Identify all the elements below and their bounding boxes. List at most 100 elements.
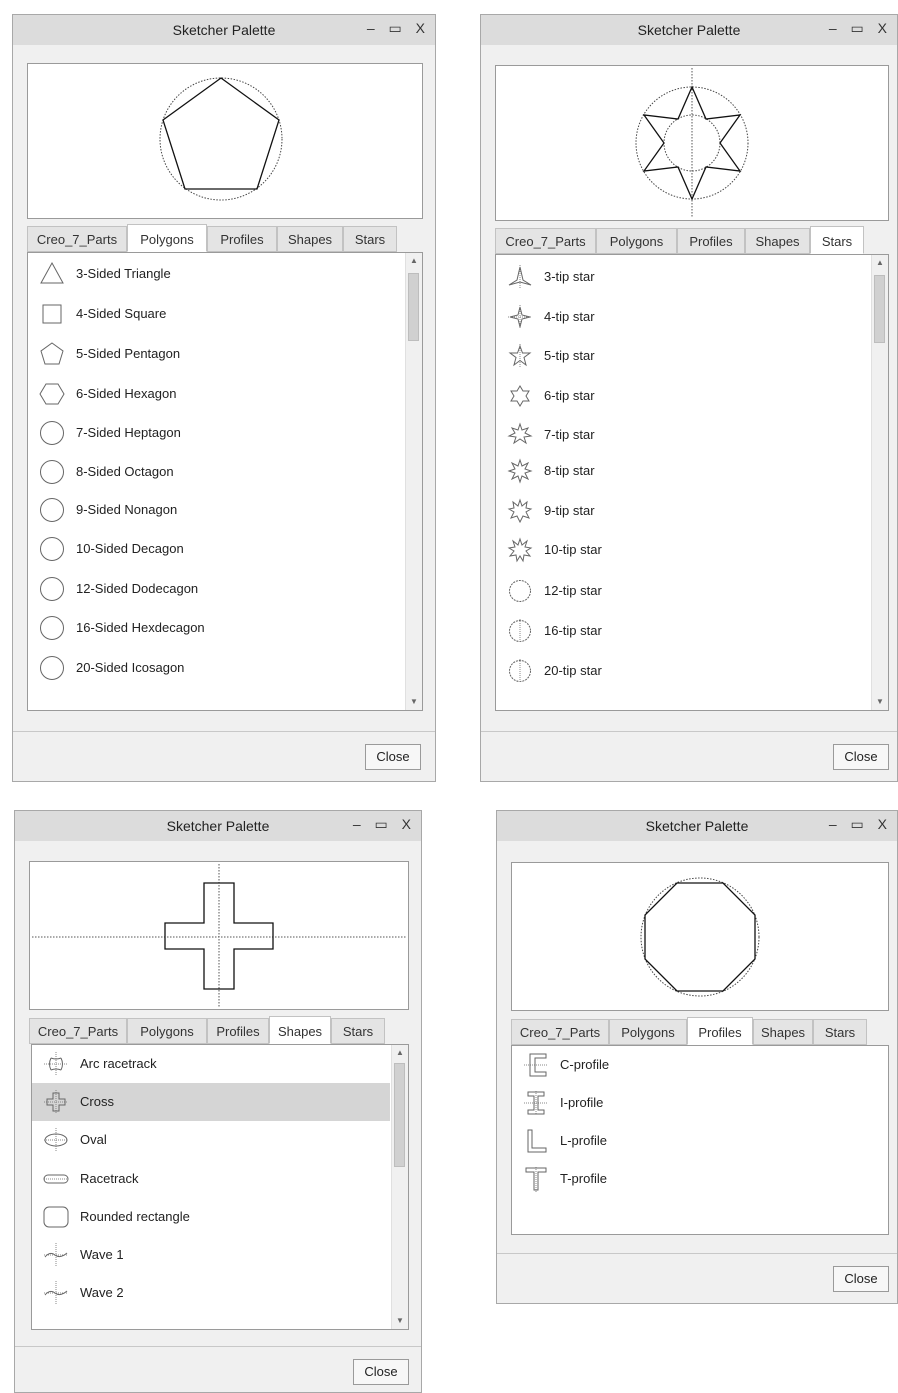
shape-preview	[29, 861, 409, 1010]
list-item[interactable]: 16-Sided Hexdecagon	[28, 613, 404, 643]
list-item[interactable]: 5-Sided Pentagon	[28, 339, 404, 369]
list-item[interactable]: 3-Sided Triangle	[28, 259, 404, 289]
list-item[interactable]: Oval	[32, 1125, 390, 1155]
list-item[interactable]: 12-Sided Dodecagon	[28, 574, 404, 604]
list-item-label: 5-Sided Pentagon	[76, 346, 181, 361]
vertical-scrollbar[interactable]: ▲ ▼	[405, 253, 422, 710]
list-item[interactable]: 6-tip star	[496, 381, 870, 411]
list-item[interactable]: 6-Sided Hexagon	[28, 379, 404, 409]
close-button[interactable]: Close	[353, 1359, 409, 1385]
tab-profiles[interactable]: Profiles	[207, 226, 277, 252]
tab-stars[interactable]: Stars	[813, 1019, 867, 1045]
tab-shapes[interactable]: Shapes	[277, 226, 343, 252]
tab-creo-7-parts[interactable]: Creo_7_Parts	[27, 226, 127, 252]
minimize-icon[interactable]: –	[353, 816, 361, 832]
list-item[interactable]: Wave 1	[32, 1240, 390, 1270]
close-button[interactable]: Close	[365, 744, 421, 770]
tab-shapes[interactable]: Shapes	[753, 1019, 813, 1045]
scroll-down-icon[interactable]: ▼	[392, 1313, 408, 1329]
vertical-scrollbar[interactable]: ▲ ▼	[391, 1045, 408, 1329]
list-item-selected[interactable]: Cross	[32, 1083, 390, 1121]
tab-shapes[interactable]: Shapes	[745, 228, 810, 254]
tab-polygons[interactable]: Polygons	[127, 1018, 207, 1044]
tab-stars[interactable]: Stars	[810, 226, 864, 254]
palette-item-list[interactable]: Arc racetrack Cross Oval Racetrack Round…	[31, 1044, 409, 1330]
list-item[interactable]: 3-tip star	[496, 262, 870, 292]
maximize-icon[interactable]: ▭	[851, 20, 864, 37]
maximize-icon[interactable]: ▭	[851, 816, 864, 833]
palette-tabs: Creo_7_Parts Polygons Profiles Shapes St…	[27, 224, 423, 252]
tab-profiles[interactable]: Profiles	[677, 228, 745, 254]
list-item[interactable]: 9-tip star	[496, 496, 870, 526]
list-item[interactable]: L-profile	[512, 1126, 888, 1156]
minimize-icon[interactable]: –	[367, 20, 375, 36]
palette-item-list[interactable]: C-profile I-profile L-profile T-profile	[511, 1045, 889, 1235]
pentagon-icon	[40, 342, 64, 365]
tab-polygons[interactable]: Polygons	[127, 224, 207, 252]
minimize-icon[interactable]: –	[829, 20, 837, 36]
star-10-icon	[507, 537, 533, 563]
divider	[13, 731, 435, 732]
list-item[interactable]: Rounded rectangle	[32, 1202, 390, 1232]
scroll-thumb[interactable]	[408, 273, 419, 341]
tab-creo-7-parts[interactable]: Creo_7_Parts	[495, 228, 596, 254]
list-item[interactable]: 5-tip star	[496, 341, 870, 371]
title-bar[interactable]: Sketcher Palette – ▭ X	[15, 811, 421, 841]
star-8-icon	[507, 458, 533, 484]
maximize-icon[interactable]: ▭	[389, 20, 402, 37]
list-item[interactable]: 4-Sided Square	[28, 299, 404, 329]
tab-profiles[interactable]: Profiles	[687, 1017, 753, 1045]
palette-item-list[interactable]: 3-Sided Triangle 4-Sided Square 5-Sided …	[27, 252, 423, 711]
title-bar[interactable]: Sketcher Palette – ▭ X	[481, 15, 897, 45]
close-window-icon[interactable]: X	[878, 20, 887, 36]
tab-stars[interactable]: Stars	[343, 226, 397, 252]
tab-creo-7-parts[interactable]: Creo_7_Parts	[511, 1019, 609, 1045]
list-item[interactable]: Racetrack	[32, 1164, 390, 1194]
title-bar[interactable]: Sketcher Palette – ▭ X	[497, 811, 897, 841]
octagon-preview-graphic	[640, 877, 760, 997]
list-item[interactable]: 20-tip star	[496, 656, 870, 686]
list-item[interactable]: 9-Sided Nonagon	[28, 495, 404, 525]
list-item[interactable]: Wave 2	[32, 1278, 390, 1308]
close-window-icon[interactable]: X	[416, 20, 425, 36]
c-profile-icon	[524, 1053, 548, 1077]
close-button[interactable]: Close	[833, 1266, 889, 1292]
list-item[interactable]: Arc racetrack	[32, 1049, 390, 1079]
list-item[interactable]: 7-Sided Heptagon	[28, 418, 404, 448]
maximize-icon[interactable]: ▭	[375, 816, 388, 833]
list-item[interactable]: 4-tip star	[496, 302, 870, 332]
vertical-scrollbar[interactable]: ▲ ▼	[871, 255, 888, 710]
scroll-up-icon[interactable]: ▲	[872, 255, 888, 271]
list-item[interactable]: 8-tip star	[496, 456, 870, 486]
list-item[interactable]: T-profile	[512, 1164, 888, 1194]
list-item[interactable]: 7-tip star	[496, 420, 870, 450]
list-item[interactable]: 10-tip star	[496, 535, 870, 565]
scroll-up-icon[interactable]: ▲	[392, 1045, 408, 1061]
tab-creo-7-parts[interactable]: Creo_7_Parts	[29, 1018, 127, 1044]
list-item[interactable]: 12-tip star	[496, 576, 870, 606]
scroll-down-icon[interactable]: ▼	[406, 694, 422, 710]
title-bar[interactable]: Sketcher Palette – ▭ X	[13, 15, 435, 45]
list-item[interactable]: 20-Sided Icosagon	[28, 653, 404, 683]
tab-shapes[interactable]: Shapes	[269, 1016, 331, 1044]
scroll-thumb[interactable]	[394, 1063, 405, 1167]
close-window-icon[interactable]: X	[878, 816, 887, 832]
tab-profiles[interactable]: Profiles	[207, 1018, 269, 1044]
list-item[interactable]: 8-Sided Octagon	[28, 457, 404, 487]
tab-polygons[interactable]: Polygons	[596, 228, 677, 254]
list-item[interactable]: I-profile	[512, 1088, 888, 1118]
list-item[interactable]: C-profile	[512, 1050, 888, 1080]
scroll-thumb[interactable]	[874, 275, 885, 343]
minimize-icon[interactable]: –	[829, 816, 837, 832]
close-button[interactable]: Close	[833, 744, 889, 770]
list-item[interactable]: 10-Sided Decagon	[28, 534, 404, 564]
tab-stars[interactable]: Stars	[331, 1018, 385, 1044]
close-window-icon[interactable]: X	[402, 816, 411, 832]
scroll-down-icon[interactable]: ▼	[872, 694, 888, 710]
list-item[interactable]: 16-tip star	[496, 616, 870, 646]
list-item-label: Oval	[80, 1132, 107, 1147]
list-item-label: C-profile	[560, 1057, 610, 1072]
tab-polygons[interactable]: Polygons	[609, 1019, 687, 1045]
scroll-up-icon[interactable]: ▲	[406, 253, 422, 269]
palette-item-list[interactable]: 3-tip star 4-tip star 5-tip star 6-tip s…	[495, 254, 889, 711]
